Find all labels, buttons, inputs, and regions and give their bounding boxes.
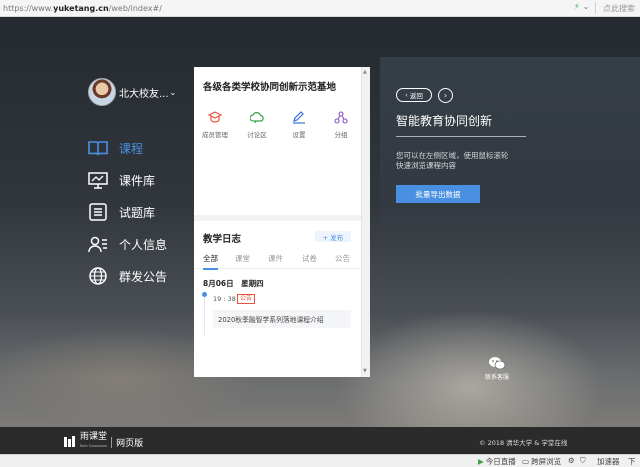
journal-title: 教学日志 (203, 234, 242, 245)
tool-label: 成员管理 (202, 131, 228, 139)
logo-divider (111, 436, 113, 448)
sidebar-item-question-bank[interactable]: 试题库 (87, 196, 167, 228)
sidebar-nav: 课程 课件库 试题库 个人信息 群发公告 (87, 132, 167, 292)
tool-icon[interactable]: ⚙ (568, 456, 575, 465)
contact-service-button[interactable]: 联系客服 (485, 356, 509, 381)
tool-group[interactable]: 分组 (320, 100, 362, 215)
sidebar-item-profile[interactable]: 个人信息 (87, 228, 167, 260)
accelerator-button[interactable]: 加速器 (597, 456, 620, 467)
sidebar-item-courseware[interactable]: 课件库 (87, 164, 167, 196)
logo[interactable]: 雨课堂 Rain Classroom 网页版 (63, 433, 143, 451)
service-label: 联系客服 (485, 374, 510, 381)
tab-all[interactable]: 全部 (203, 253, 218, 270)
user-menu[interactable]: 北大校友... ⌄ (88, 78, 176, 106)
sidebar-item-label: 群发公告 (119, 269, 168, 284)
edit-icon (293, 111, 305, 124)
play-icon: ▶ (478, 457, 484, 466)
tool-discussion[interactable]: 讨论区 (236, 100, 278, 215)
log-date: 8月06日 星期四 (203, 279, 264, 288)
rain-classroom-logo-icon (64, 436, 75, 447)
download-button[interactable]: 下 (628, 456, 636, 467)
scroll-down-icon[interactable]: ▼ (363, 368, 367, 374)
address-divider (595, 2, 596, 14)
url-text[interactable]: https://www.yuketang.cn/web/index#/ (3, 4, 162, 13)
log-entry[interactable]: 2020秋季融智学系列落地课程介绍 (213, 310, 351, 328)
panel-divider (194, 215, 364, 221)
chat-cloud-icon (250, 112, 264, 124)
journal-tabs: 全部 课堂 课件 试卷 公告 (194, 253, 364, 270)
section-title: 智能教育协同创新 (396, 114, 493, 128)
search-box[interactable]: 点此搜索 (603, 3, 635, 14)
section-description: 您可以在左侧区域，使用鼠标滚轮 快速浏览课程内容 (396, 151, 509, 171)
sidebar-item-course[interactable]: 课程 (87, 132, 167, 164)
tool-members[interactable]: 成员管理 (194, 100, 236, 215)
panel-title: 各级各类学校协同创新示范基地 (203, 82, 337, 93)
tool-label: 讨论区 (247, 131, 267, 139)
class-panel[interactable]: 各级各类学校协同创新示范基地 成员管理 讨论区 设置 分组 教学日志 + 发布 … (194, 67, 370, 377)
tool-label: 设置 (292, 131, 306, 139)
description-line-2: 快速浏览课程内容 (396, 161, 456, 170)
sidebar-item-announcement[interactable]: 群发公告 (87, 260, 167, 292)
timeline-line (204, 295, 205, 335)
export-data-button[interactable]: 批量导出数据 (396, 185, 480, 203)
graduation-cap-icon (208, 111, 222, 123)
sidebar-item-label: 课件库 (119, 173, 156, 188)
logo-name: 雨课堂 Rain Classroom (80, 432, 108, 449)
copyright: © 2018 清华大学 & 学堂在线 (479, 439, 568, 447)
back-button[interactable]: ‹ 返回 (396, 88, 432, 102)
live-button[interactable]: ▶ 今日直播 (478, 456, 516, 467)
globe-icon (87, 267, 109, 285)
log-time: 19 : 38 (213, 295, 236, 303)
description-line-1: 您可以在左侧区域，使用鼠标滚轮 (396, 151, 509, 160)
panel-scrollbar[interactable]: ▲ ▼ (361, 67, 370, 377)
publish-button[interactable]: + 发布 (315, 231, 351, 242)
tab-courseware[interactable]: 课件 (268, 253, 283, 269)
user-card-icon (87, 235, 109, 253)
group-icon (334, 111, 348, 124)
back-label: 返回 (409, 92, 423, 100)
list-icon (87, 203, 109, 221)
sidebar-item-label: 课程 (119, 141, 144, 156)
dropdown-icon[interactable]: ⌄ (583, 2, 590, 11)
web-version-label: 网页版 (116, 438, 144, 449)
screen-icon: ▭ (522, 457, 530, 466)
cross-screen-button[interactable]: ▭ 跨屏浏览 (522, 456, 561, 467)
next-button[interactable]: › (438, 88, 453, 103)
tab-class[interactable]: 课堂 (235, 253, 250, 269)
sidebar-item-label: 个人信息 (119, 237, 168, 252)
address-bar[interactable]: https://www.yuketang.cn/web/index#/ ⚡ ⌄ … (0, 0, 640, 17)
shield-icon[interactable]: ⛉ (580, 456, 586, 466)
chevron-down-icon[interactable]: ⌄ (170, 88, 177, 97)
address-tools: ⚡ ⌄ (574, 2, 589, 11)
tab-notice[interactable]: 公告 (335, 253, 350, 269)
timeline-dot (202, 292, 207, 297)
footer: 雨课堂 Rain Classroom 网页版 © 2018 清华大学 & 学堂在线 (0, 427, 640, 454)
browser-status-bar: ▶ 今日直播 ▭ 跨屏浏览 ⚙ ⛉ 加速器 下 (0, 454, 640, 467)
presentation-icon (87, 171, 109, 189)
scroll-up-icon[interactable]: ▲ (363, 69, 367, 75)
sidebar-item-label: 试题库 (119, 205, 156, 220)
status-badge: 公告 (237, 294, 256, 304)
book-icon (87, 139, 109, 157)
tab-exam[interactable]: 试卷 (302, 253, 317, 269)
user-name[interactable]: 北大校友... (119, 85, 169, 100)
tool-label: 分组 (334, 131, 348, 139)
panel-tools: 成员管理 讨论区 设置 分组 (194, 100, 362, 215)
tool-settings[interactable]: 设置 (278, 100, 320, 215)
shield-icon[interactable]: ⚡ (574, 2, 580, 11)
avatar[interactable] (88, 78, 116, 106)
title-underline (396, 136, 526, 137)
wechat-icon (489, 357, 506, 370)
